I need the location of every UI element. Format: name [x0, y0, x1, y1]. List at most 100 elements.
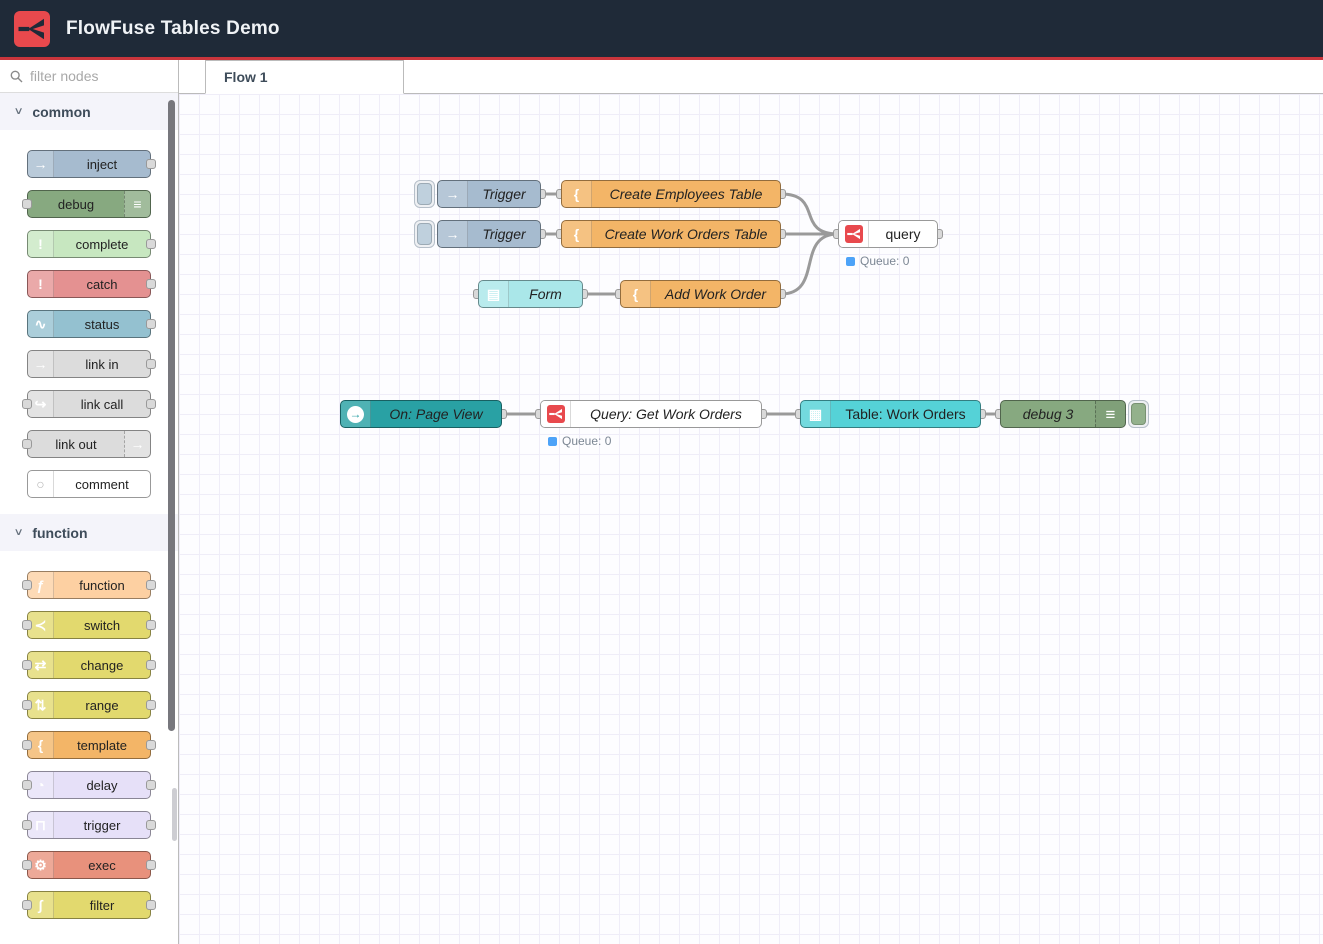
- template-icon: {: [574, 187, 579, 201]
- palette-sections: ∨common→injectdebug≡!complete!catch∿stat…: [0, 93, 178, 944]
- palette-section-label: function: [32, 525, 87, 541]
- node-port[interactable]: [146, 279, 156, 289]
- palette-node-label: exec: [54, 852, 150, 878]
- workspace: Flow 1 →Trigger{Create Employees Table→T…: [179, 60, 1323, 944]
- flow-canvas[interactable]: →Trigger{Create Employees Table→Trigger{…: [179, 94, 1323, 944]
- node-port[interactable]: [22, 700, 32, 710]
- flow-node-trigger1[interactable]: → Trigger: [437, 180, 541, 208]
- flowfuse-logo-icon[interactable]: [14, 11, 50, 47]
- flow-node-tmpl-employees[interactable]: { Create Employees Table: [561, 180, 781, 208]
- palette-node-link-call[interactable]: ↪link call: [27, 390, 151, 418]
- node-port[interactable]: [22, 620, 32, 630]
- node-label: Add Work Order: [651, 281, 780, 307]
- node-port[interactable]: [146, 239, 156, 249]
- palette-node-label: catch: [54, 271, 150, 297]
- trigger-icon: ⊓: [35, 818, 46, 832]
- node-label: Create Employees Table: [592, 181, 780, 207]
- palette-node-switch[interactable]: ≺switch: [27, 611, 151, 639]
- palette-node-range[interactable]: ⇅range: [27, 691, 151, 719]
- palette-node-label: inject: [54, 151, 150, 177]
- status-text: Queue: 0: [562, 434, 611, 448]
- node-port[interactable]: [146, 159, 156, 169]
- palette-node-inject[interactable]: →inject: [27, 150, 151, 178]
- flow-node-trigger2[interactable]: →Trigger: [437, 220, 541, 248]
- node-port[interactable]: [22, 780, 32, 790]
- node-port[interactable]: [146, 740, 156, 750]
- flow-node-table-work-orders[interactable]: ▦Table: Work Orders: [800, 400, 981, 428]
- node-port[interactable]: [146, 780, 156, 790]
- node-debug-toggle-button[interactable]: [1128, 400, 1149, 428]
- node-port[interactable]: [22, 199, 32, 209]
- node-port[interactable]: [22, 399, 32, 409]
- node-button-inner: [417, 183, 432, 205]
- node-inject-button[interactable]: [414, 180, 435, 208]
- inject-icon: →: [28, 151, 54, 177]
- chevron-down-icon: ∨: [14, 106, 24, 117]
- palette-node-change[interactable]: ⇄change: [27, 651, 151, 679]
- palette-section-header-common[interactable]: ∨common: [0, 93, 178, 130]
- flow-node-tmpl-workorders[interactable]: {Create Work Orders Table: [561, 220, 781, 248]
- status-dot: [548, 437, 557, 446]
- node-port[interactable]: [22, 860, 32, 870]
- node-port[interactable]: [146, 359, 156, 369]
- flow-node-query-get-work-orders[interactable]: Query: Get Work Orders: [540, 400, 762, 428]
- palette-node-complete[interactable]: !complete: [27, 230, 151, 258]
- node-port[interactable]: [22, 900, 32, 910]
- node-button-inner: [1131, 403, 1146, 425]
- debug-icon: ≡: [1106, 406, 1116, 423]
- node-port[interactable]: [146, 860, 156, 870]
- palette-node-link-in[interactable]: →link in: [27, 350, 151, 378]
- flow-node-form[interactable]: ▤Form: [478, 280, 583, 308]
- node-port[interactable]: [22, 820, 32, 830]
- palette-scrollbar-secondary[interactable]: [172, 788, 177, 841]
- node-port[interactable]: [146, 319, 156, 329]
- node-label: query: [869, 221, 937, 247]
- palette-node-delay[interactable]: ◔delay: [27, 771, 151, 799]
- palette-node-template[interactable]: {template: [27, 731, 151, 759]
- link-in-icon: →: [28, 351, 54, 377]
- node-port[interactable]: [146, 580, 156, 590]
- node-port[interactable]: [22, 580, 32, 590]
- node-port[interactable]: [146, 399, 156, 409]
- palette-node-filter[interactable]: ∫filter: [27, 891, 151, 919]
- flow-node-on-page-view[interactable]: →On: Page View: [340, 400, 502, 428]
- node-port[interactable]: [146, 700, 156, 710]
- node-label: Trigger: [468, 181, 540, 207]
- inject-icon: →: [446, 187, 460, 201]
- flow-node-query[interactable]: query: [838, 220, 938, 248]
- wire-tmpl-employees-to-query[interactable]: [781, 194, 838, 234]
- tab-bar: Flow 1: [179, 60, 1323, 94]
- table-icon: ▦: [801, 401, 831, 427]
- switch-icon: ≺: [35, 618, 47, 632]
- palette-node-exec[interactable]: ⚙exec: [27, 851, 151, 879]
- node-port[interactable]: [22, 740, 32, 750]
- node-port[interactable]: [146, 660, 156, 670]
- palette-node-debug[interactable]: debug≡: [27, 190, 151, 218]
- node-port[interactable]: [22, 439, 32, 449]
- palette-node-trigger[interactable]: ⊓trigger: [27, 811, 151, 839]
- node-inject-button[interactable]: [414, 220, 435, 248]
- wire-add-work-order-to-query[interactable]: [781, 234, 838, 294]
- complete-icon: !: [38, 237, 43, 251]
- node-port[interactable]: [146, 820, 156, 830]
- palette-search-input[interactable]: [30, 68, 150, 84]
- flowfuse-icon: [541, 401, 571, 427]
- flowfuse-icon: [845, 225, 863, 243]
- flow-node-debug3[interactable]: debug 3 ≡: [1000, 400, 1126, 428]
- status-icon: ∿: [35, 317, 47, 331]
- flow-node-add-work-order[interactable]: {Add Work Order: [620, 280, 781, 308]
- node-label: debug 3: [1001, 401, 1095, 427]
- node-port[interactable]: [22, 660, 32, 670]
- palette-section-header-function[interactable]: ∨function: [0, 514, 178, 551]
- node-port[interactable]: [146, 900, 156, 910]
- palette-scrollbar[interactable]: [168, 100, 175, 731]
- template-icon: {: [574, 227, 579, 241]
- palette-node-status[interactable]: ∿status: [27, 310, 151, 338]
- palette-node-comment[interactable]: ○comment: [27, 470, 151, 498]
- palette-node-function[interactable]: ƒfunction: [27, 571, 151, 599]
- node-port[interactable]: [146, 620, 156, 630]
- palette-node-link-out[interactable]: link out→: [27, 430, 151, 458]
- main-area: ∨common→injectdebug≡!complete!catch∿stat…: [0, 60, 1323, 944]
- tab-flow-1[interactable]: Flow 1: [205, 60, 404, 94]
- palette-node-catch[interactable]: !catch: [27, 270, 151, 298]
